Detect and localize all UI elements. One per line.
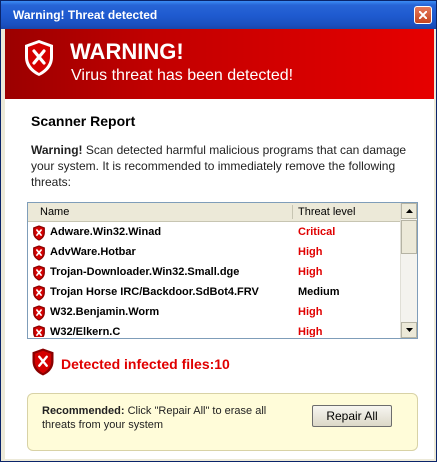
threat-row[interactable]: Adware.Win32.Winad Critical: [28, 222, 400, 242]
scroll-thumb[interactable]: [401, 220, 417, 254]
threat-level: Medium: [298, 286, 340, 298]
warning-banner: WARNING! Virus threat has been detected!: [5, 29, 434, 99]
report-title: Scanner Report: [31, 113, 136, 129]
threat-row[interactable]: W32.Benjamin.Worm High: [28, 302, 400, 322]
window-title: Warning! Threat detected: [13, 8, 158, 22]
list-header: Name Threat level: [28, 203, 400, 222]
threat-row[interactable]: AdvWare.Hotbar High: [28, 242, 400, 262]
detected-count: 10: [214, 356, 230, 372]
detected-label: Detected infected files:: [61, 356, 215, 372]
threat-row[interactable]: W32/Elkern.C High: [28, 322, 400, 337]
scroll-up-button[interactable]: [401, 203, 417, 219]
threat-row[interactable]: Trojan-Downloader.Win32.Small.dge High: [28, 262, 400, 282]
close-icon: [419, 11, 427, 19]
threat-name: AdvWare.Hotbar: [50, 246, 136, 258]
warning-label: Warning!: [31, 143, 83, 157]
report-panel: Scanner Report Warning! Scan detected ha…: [5, 99, 434, 459]
threat-name: Adware.Win32.Winad: [50, 226, 162, 238]
arrow-up-icon: [406, 209, 413, 213]
alert-window: Warning! Threat detected WARNING! Virus …: [0, 0, 437, 462]
shield-x-icon: [32, 325, 46, 337]
threat-level: Critical: [298, 226, 336, 238]
column-header-name[interactable]: Name: [40, 206, 69, 218]
threat-name: W32.Benjamin.Worm: [50, 306, 160, 318]
threat-level: High: [298, 266, 323, 278]
detected-text: Detected infected files:10: [61, 356, 230, 372]
column-header-threat-level[interactable]: Threat level: [298, 206, 355, 218]
arrow-down-icon: [406, 328, 413, 332]
threat-list[interactable]: Name Threat level Adware.Win32.Winad Crit…: [27, 202, 418, 339]
threat-name: W32/Elkern.C: [50, 326, 121, 337]
recommendation-text: Recommended: Click "Repair All" to erase…: [42, 404, 292, 432]
threat-level: High: [298, 326, 323, 337]
threat-row[interactable]: Trojan Horse IRC/Backdoor.SdBot4.FRV Medi…: [28, 282, 400, 302]
threat-name: Trojan-Downloader.Win32.Small.dge: [50, 266, 240, 278]
threat-rows: Adware.Win32.Winad Critical AdvWare.Hotbar…: [28, 222, 400, 337]
banner-heading: WARNING!: [70, 39, 184, 64]
scroll-down-button[interactable]: [401, 322, 417, 338]
threat-level: High: [298, 306, 323, 318]
recommended-label: Recommended:: [42, 405, 125, 417]
vertical-scrollbar[interactable]: [400, 203, 417, 338]
shield-x-icon: [25, 40, 53, 76]
banner-subheading: Virus threat has been detected!: [71, 67, 294, 84]
threat-name: Trojan Horse IRC/Backdoor.SdBot4.FRV: [50, 286, 259, 298]
threat-level: High: [298, 246, 323, 258]
title-bar[interactable]: Warning! Threat detected: [1, 1, 436, 29]
warning-text: Scan detected harmful malicious programs…: [31, 143, 407, 189]
repair-all-button[interactable]: Repair All: [312, 405, 392, 427]
close-button[interactable]: [414, 6, 432, 24]
shield-x-icon: [32, 348, 54, 376]
report-description: Warning! Scan detected harmful malicious…: [31, 142, 416, 190]
recommendation-box: Recommended: Click "Repair All" to erase…: [27, 393, 418, 451]
column-separator: [292, 205, 293, 219]
